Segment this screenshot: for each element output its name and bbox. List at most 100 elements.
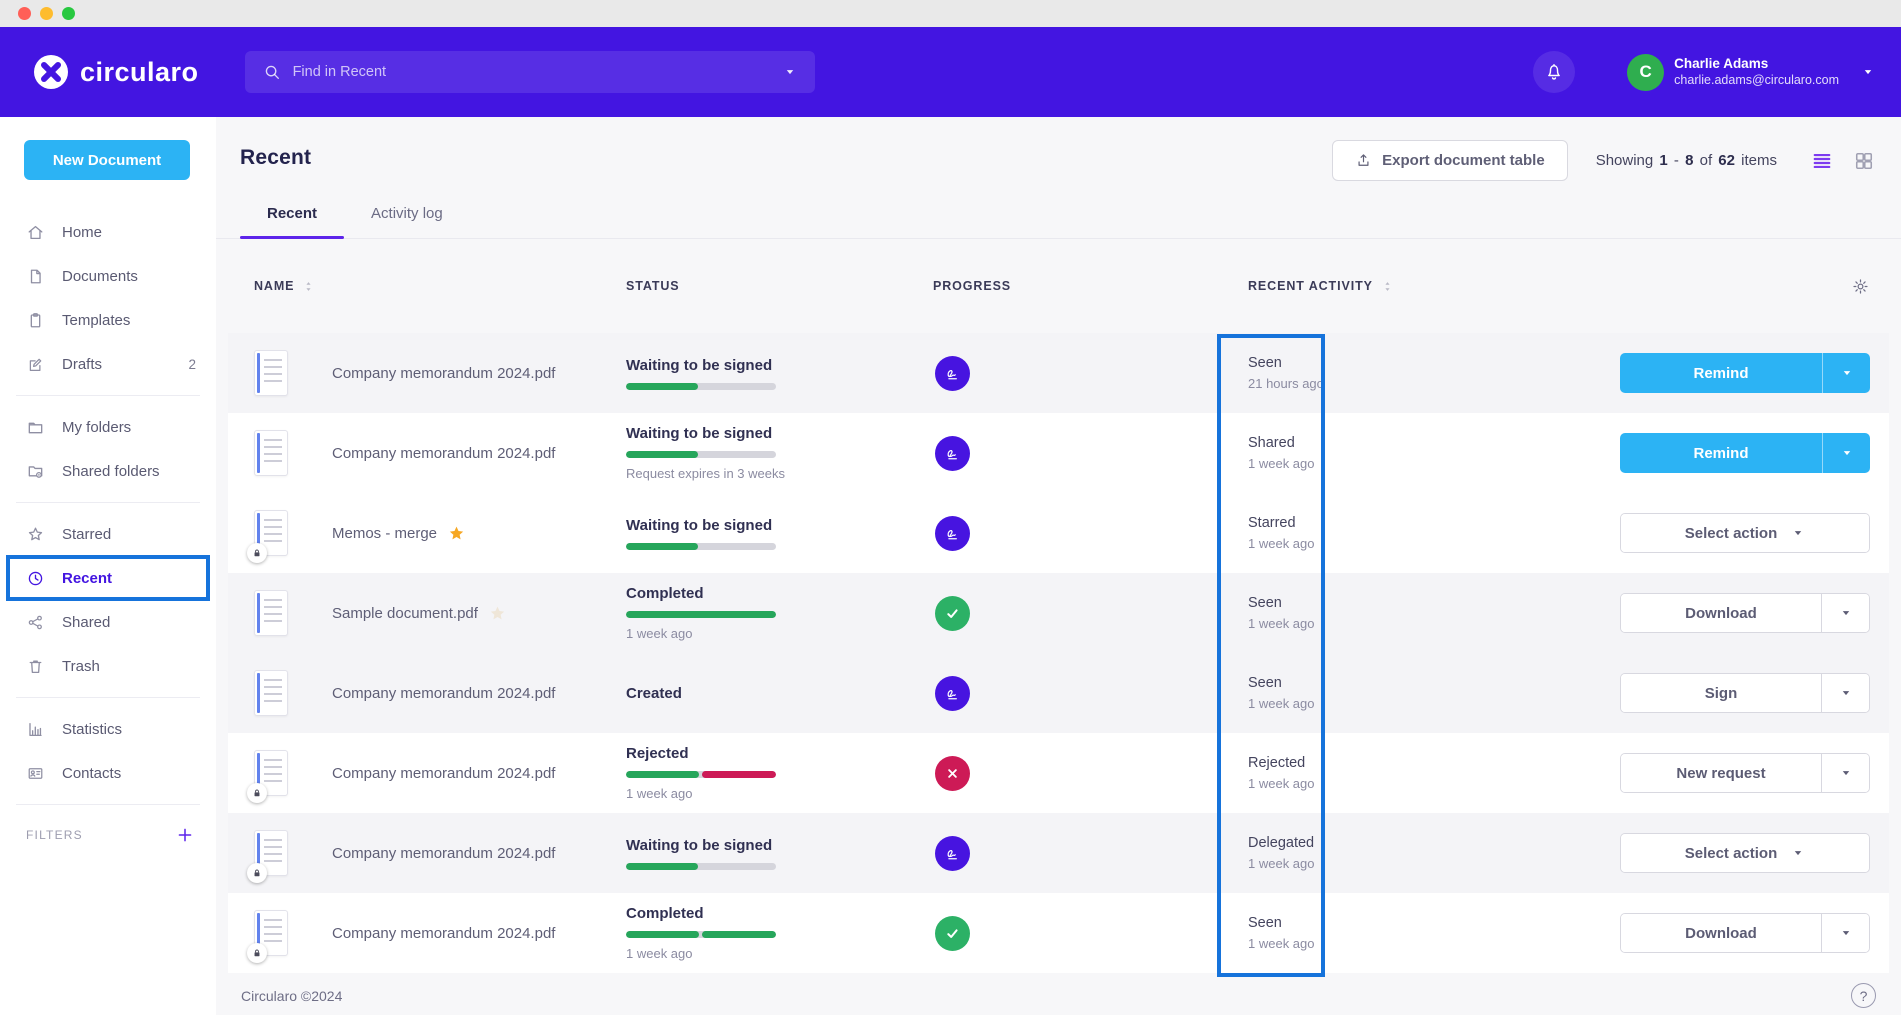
sidebar-item[interactable]: Recent (0, 556, 216, 600)
document-name[interactable]: Company memorandum 2024.pdf (332, 365, 555, 382)
sidebar-item[interactable]: My folders (0, 405, 216, 449)
help-button[interactable]: ? (1851, 983, 1876, 1008)
sidebar-item[interactable]: Starred (0, 512, 216, 556)
search-input[interactable] (293, 64, 771, 80)
sidebar-item[interactable]: Contacts (0, 751, 216, 795)
document-thumbnail-icon (254, 590, 288, 636)
activity-label: Starred (1248, 515, 1620, 531)
status-label: Waiting to be signed (626, 357, 933, 374)
sidebar-item-label: Shared folders (62, 463, 160, 480)
sidebar-item[interactable]: Home (0, 210, 216, 254)
close-window-button[interactable] (18, 7, 31, 20)
sidebar-item[interactable]: Statistics (0, 707, 216, 751)
maximize-window-button[interactable] (62, 7, 75, 20)
row-action-button[interactable]: Download (1621, 914, 1821, 952)
grid-view-icon[interactable] (1853, 150, 1875, 172)
document-thumbnail-icon (254, 910, 288, 956)
row-action-button[interactable]: Download (1621, 594, 1821, 632)
table-settings-gear-icon[interactable] (1851, 277, 1870, 296)
user-menu-caret-icon[interactable] (1861, 65, 1875, 79)
row-action-dropdown-button[interactable] (1821, 914, 1869, 952)
sidebar-item[interactable]: Shared folders (0, 449, 216, 493)
table-row[interactable]: Company memorandum 2024.pdf Waiting to b… (228, 333, 1889, 413)
column-header[interactable]: RECENT ACTIVITY (1248, 279, 1620, 293)
row-action-dropdown-button[interactable] (1821, 674, 1869, 712)
document-name[interactable]: Company memorandum 2024.pdf (332, 925, 555, 942)
status-cell: Created (626, 685, 933, 702)
add-filter-button[interactable] (176, 826, 194, 844)
document-name[interactable]: Company memorandum 2024.pdf (332, 685, 555, 702)
table-row[interactable]: Company memorandum 2024.pdf Created (228, 653, 1889, 733)
sort-icon[interactable] (302, 280, 315, 293)
tab[interactable]: Activity log (344, 195, 470, 238)
status-label: Waiting to be signed (626, 837, 933, 854)
column-header[interactable]: NAME (254, 279, 626, 293)
row-action-button[interactable]: Select action (1621, 834, 1869, 872)
progress-badge (935, 436, 970, 471)
list-view-icon[interactable] (1811, 150, 1833, 172)
row-action: Sign (1620, 673, 1870, 713)
activity-time: 1 week ago (1248, 776, 1620, 791)
row-action-dropdown-button[interactable] (1821, 754, 1869, 792)
sidebar-item-label: Contacts (62, 765, 121, 782)
recent-activity-cell: Starred 1 week ago (1248, 515, 1620, 551)
search-scope-caret-icon[interactable] (783, 65, 797, 79)
search-icon (263, 63, 281, 81)
row-action-button[interactable]: Select action (1621, 514, 1869, 552)
row-action-dropdown-button[interactable] (1821, 594, 1869, 632)
sidebar-item[interactable]: Shared (0, 600, 216, 644)
minimize-window-button[interactable] (40, 7, 53, 20)
row-action-button[interactable]: New request (1621, 754, 1821, 792)
table-row[interactable]: Memos - merge Waiting to be signed (228, 493, 1889, 573)
document-name[interactable]: Company memorandum 2024.pdf (332, 765, 555, 782)
sidebar-item[interactable]: Documents (0, 254, 216, 298)
new-document-button[interactable]: New Document (24, 140, 190, 180)
table-row[interactable]: Company memorandum 2024.pdf Completed 1 … (228, 893, 1889, 973)
column-header[interactable]: PROGRESS (933, 279, 1248, 293)
avatar[interactable]: C (1627, 54, 1664, 91)
caret-down-icon (1839, 606, 1853, 620)
document-thumbnail-icon (254, 750, 288, 796)
document-name[interactable]: Sample document.pdf (332, 605, 478, 622)
row-action-button[interactable]: Remind (1620, 353, 1822, 393)
app-logo[interactable]: circularo (33, 54, 199, 90)
sidebar-divider (16, 502, 200, 503)
sidebar-divider (16, 697, 200, 698)
export-document-table-button[interactable]: Export document table (1332, 140, 1568, 181)
document-name[interactable]: Company memorandum 2024.pdf (332, 445, 555, 462)
document-name[interactable]: Memos - merge (332, 525, 437, 542)
row-action-button[interactable]: Sign (1621, 674, 1821, 712)
row-action-dropdown-button[interactable] (1822, 433, 1870, 473)
sidebar-item-label: Statistics (62, 721, 122, 738)
clipboard-icon (26, 311, 45, 330)
progress-badge (935, 596, 970, 631)
row-action-dropdown-button[interactable] (1822, 353, 1870, 393)
sort-icon[interactable] (1381, 280, 1394, 293)
table-row[interactable]: Company memorandum 2024.pdf Rejected 1 w… (228, 733, 1889, 813)
sidebar-item[interactable]: Templates (0, 298, 216, 342)
sidebar-item[interactable]: Drafts 2 (0, 342, 216, 386)
sidebar-item-label: My folders (62, 419, 131, 436)
global-search[interactable] (245, 51, 815, 93)
sidebar-item-label: Recent (62, 570, 112, 587)
sidebar-item[interactable]: Trash (0, 644, 216, 688)
table-row[interactable]: Company memorandum 2024.pdf Waiting to b… (228, 413, 1889, 493)
tab[interactable]: Recent (240, 195, 344, 238)
star-icon[interactable] (488, 604, 507, 623)
shared-folder-icon (26, 462, 45, 481)
caret-down-icon (1840, 446, 1854, 460)
row-action: New request (1620, 753, 1870, 793)
share-icon (26, 613, 45, 632)
status-label: Waiting to be signed (626, 425, 933, 442)
notifications-button[interactable] (1533, 51, 1575, 93)
star-icon[interactable] (447, 524, 466, 543)
column-header[interactable]: STATUS (626, 279, 933, 293)
table-row[interactable]: Sample document.pdf Completed 1 week ago (228, 573, 1889, 653)
table-row[interactable]: Company memorandum 2024.pdf Waiting to b… (228, 813, 1889, 893)
status-label: Completed (626, 905, 933, 922)
document-icon (26, 267, 45, 286)
document-name[interactable]: Company memorandum 2024.pdf (332, 845, 555, 862)
row-action-button[interactable]: Remind (1620, 433, 1822, 473)
progress-badge (935, 916, 970, 951)
status-label: Waiting to be signed (626, 517, 933, 534)
